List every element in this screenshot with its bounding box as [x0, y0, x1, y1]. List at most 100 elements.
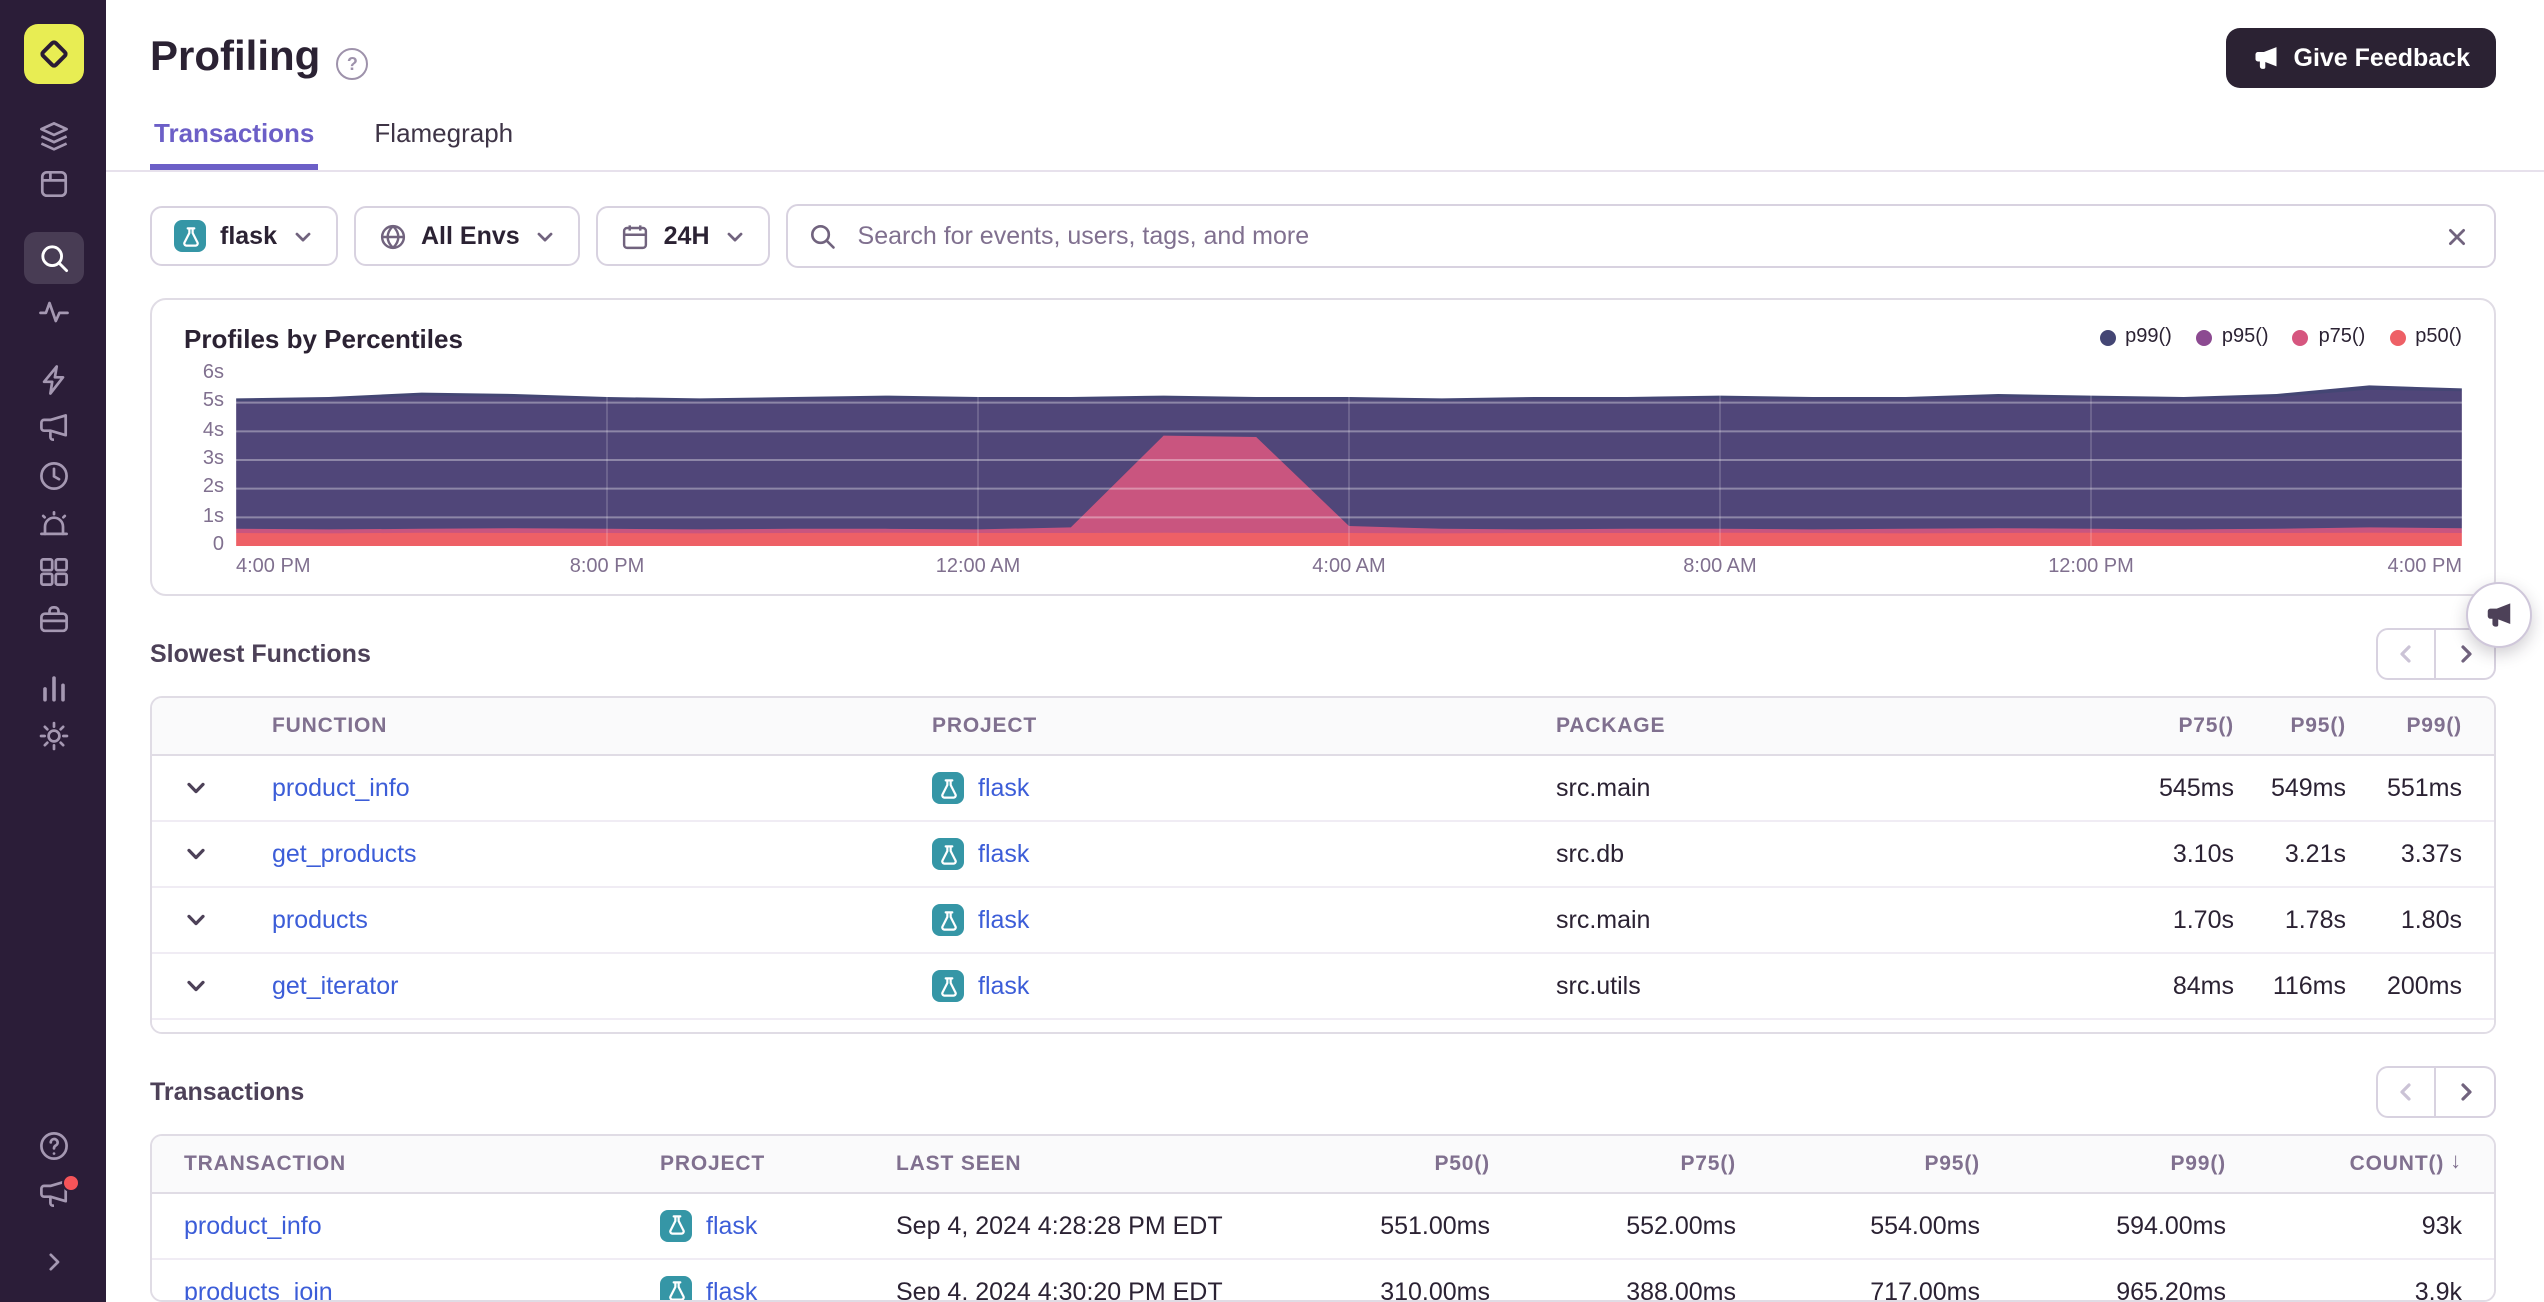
sidebar-item-explore[interactable] — [23, 232, 83, 284]
sidebar-item-help[interactable] — [23, 1122, 83, 1170]
sidebar-item-traces[interactable] — [23, 288, 83, 336]
previous-page-button[interactable] — [2376, 1065, 2436, 1118]
expand-row-button[interactable] — [152, 954, 240, 1018]
calendar-icon — [620, 221, 650, 251]
globe-icon — [377, 221, 407, 251]
transaction-link[interactable]: products_join — [184, 1278, 333, 1300]
x-axis-label: 12:00 PM — [2048, 556, 2134, 578]
tab-flamegraph[interactable]: Flamegraph — [370, 106, 517, 170]
megaphone-icon — [2255, 47, 2276, 69]
flask-platform-icon — [932, 838, 964, 870]
function-cell: products — [240, 906, 900, 934]
sidebar-item-whats-new[interactable] — [23, 1170, 83, 1218]
sort-desc-icon: ↓ — [2450, 1151, 2462, 1175]
sidebar-bottom — [23, 1122, 83, 1286]
floating-feedback-button[interactable] — [2466, 582, 2532, 648]
function-link[interactable]: products — [272, 906, 368, 934]
column-header-function: FUNCTION — [272, 714, 388, 738]
sidebar — [0, 0, 106, 1302]
column-header-count[interactable]: COUNT() ↓ — [2226, 1152, 2494, 1176]
project-link[interactable]: flask — [978, 972, 1029, 1000]
last-seen-cell: Sep 4, 2024 4:30:20 PM EDT — [896, 1277, 1223, 1302]
search-icon — [40, 245, 68, 273]
column-header-p99[interactable]: P99() — [2346, 714, 2494, 738]
column-header-p75[interactable]: P75() — [2058, 714, 2234, 738]
column-header-p95[interactable]: P95() — [1736, 1152, 1980, 1176]
sidebar-item-projects[interactable] — [23, 160, 83, 208]
tab-transactions[interactable]: Transactions — [150, 106, 319, 170]
sidebar-item-issues[interactable] — [23, 112, 83, 160]
page-help-icon[interactable]: ? — [336, 47, 369, 79]
chevron-down-icon — [187, 848, 205, 860]
project-link[interactable]: flask — [978, 906, 1029, 934]
slowest-function-row: products_joinflasksrc.main343ms483ms595m… — [152, 1020, 2494, 1032]
lightning-icon — [41, 365, 64, 395]
column-header-p99[interactable]: P99() — [1980, 1152, 2226, 1176]
x-axis-label: 4:00 PM — [2387, 556, 2463, 578]
sidebar-item-feedback[interactable] — [23, 404, 83, 452]
expand-row-button[interactable] — [152, 888, 240, 952]
grid-icon — [39, 558, 67, 586]
sidebar-item-releases[interactable] — [23, 596, 83, 644]
legend-label: p50() — [2415, 326, 2462, 348]
slowest-function-row: get_products flask src.db 3.10s 3.21s 3.37s — [152, 822, 2494, 888]
p99-value-cell: 594.00ms — [2116, 1211, 2226, 1240]
expand-row-button[interactable] — [152, 822, 240, 886]
chart-x-axis: 4:00 PM 8:00 PM 12:00 AM 4:00 AM 8:00 AM 12:0… — [236, 546, 2462, 586]
project-link[interactable]: flask — [706, 1278, 757, 1300]
give-feedback-button[interactable]: Give Feedback — [2225, 28, 2496, 88]
legend-item-p99[interactable]: p99() — [2099, 326, 2172, 348]
expand-row-button[interactable] — [152, 756, 240, 820]
gear-icon — [38, 721, 68, 751]
package-cell: src.main — [1556, 906, 1651, 934]
next-page-button[interactable] — [2436, 1065, 2496, 1118]
expand-row-button[interactable] — [152, 1020, 240, 1032]
column-header-p75[interactable]: P75() — [1490, 1152, 1736, 1176]
legend-item-p95[interactable]: p95() — [2195, 326, 2269, 348]
project-link[interactable]: flask — [706, 1212, 757, 1240]
chevron-right-icon — [48, 1253, 59, 1271]
column-header-p95[interactable]: P95() — [2234, 714, 2346, 738]
p50-value-cell: 310.00ms — [1380, 1277, 1490, 1302]
project-cell: flask — [900, 772, 1524, 804]
project-link[interactable]: flask — [978, 774, 1029, 802]
briefcase-icon — [39, 606, 67, 633]
project-link[interactable]: flask — [978, 840, 1029, 868]
p95-value-cell: 3.21s — [2284, 840, 2346, 868]
megaphone-icon — [2487, 603, 2511, 627]
sidebar-item-alerts[interactable] — [23, 500, 83, 548]
y-axis-label: 6s — [202, 362, 224, 384]
function-link[interactable]: product_info — [272, 774, 410, 802]
transaction-link[interactable]: product_info — [184, 1212, 322, 1240]
legend-label: p75() — [2318, 326, 2366, 348]
search-clear-button[interactable] — [2440, 219, 2474, 253]
function-link[interactable]: get_products — [272, 840, 417, 868]
bar-chart-icon — [42, 676, 64, 702]
project-cell: flask — [900, 838, 1524, 870]
project-cell: flask — [628, 1209, 864, 1242]
p99-value-cell: 551ms — [2386, 774, 2462, 802]
sidebar-item-crons[interactable] — [23, 452, 83, 500]
project-filter-button[interactable]: flask — [150, 206, 337, 266]
sidebar-item-insights[interactable] — [23, 356, 83, 404]
column-header-p50[interactable]: P50() — [1282, 1152, 1490, 1176]
previous-page-button[interactable] — [2376, 628, 2436, 680]
environment-filter-button[interactable]: All Envs — [353, 206, 580, 266]
date-range-filter-button[interactable]: 24H — [595, 206, 770, 266]
sentry-logo-icon — [39, 40, 67, 68]
legend-item-p75[interactable]: p75() — [2292, 326, 2366, 348]
search-input[interactable] — [853, 220, 2424, 252]
p75-value-cell: 388.00ms — [1626, 1277, 1736, 1302]
p95-value-cell: 116ms — [2272, 972, 2346, 1000]
sentry-logo[interactable] — [23, 24, 83, 84]
package-cell: src.utils — [1556, 972, 1641, 1000]
flask-platform-icon — [660, 1209, 692, 1242]
function-link[interactable]: get_iterator — [272, 972, 398, 1000]
sidebar-item-stats[interactable] — [23, 664, 83, 712]
sidebar-item-settings[interactable] — [23, 712, 83, 760]
legend-item-p50[interactable]: p50() — [2389, 326, 2462, 348]
transactions-title: Transactions — [150, 1077, 305, 1106]
chart-plot[interactable] — [236, 374, 2462, 546]
sidebar-item-dashboards[interactable] — [23, 548, 83, 596]
sidebar-collapse-toggle[interactable] — [23, 1238, 83, 1286]
